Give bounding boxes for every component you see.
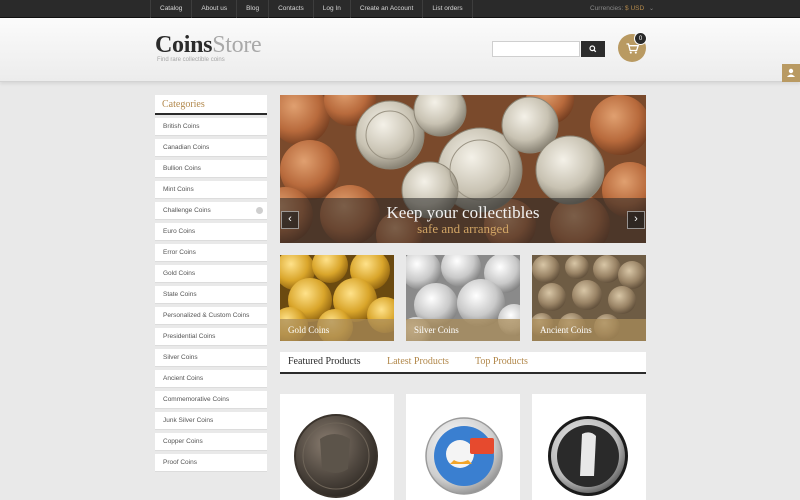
categories-block: Categories British Coins Canadian Coins … [155, 95, 267, 475]
banner-gold-coins[interactable]: Gold Coins [280, 255, 394, 341]
search-input[interactable] [492, 41, 580, 57]
tab-top-products[interactable]: Top Products [475, 352, 528, 372]
category-junk-silver-coins[interactable]: Junk Silver Coins [155, 412, 267, 430]
category-silver-coins[interactable]: Silver Coins [155, 349, 267, 367]
banner-label: Gold Coins [280, 319, 394, 341]
category-challenge-coins[interactable]: Challenge Coins [155, 202, 267, 220]
chevron-down-icon: ⌄ [649, 6, 655, 12]
product-card[interactable] [532, 394, 646, 500]
product-image [294, 414, 378, 498]
nav-link-list-orders[interactable]: List orders [422, 0, 473, 18]
category-ancient-coins[interactable]: Ancient Coins [155, 370, 267, 388]
currency-label: Currencies: [590, 5, 624, 12]
product-image [548, 416, 628, 496]
currency-value: $ USD [625, 5, 645, 12]
category-gold-coins[interactable]: Gold Coins [155, 265, 267, 283]
slider-prev-button[interactable]: ‹ [281, 211, 299, 229]
category-euro-coins[interactable]: Euro Coins [155, 223, 267, 241]
slider-headline: Keep your collectibles [386, 203, 540, 222]
chevron-left-icon: ‹ [288, 213, 292, 225]
banner-ancient-coins[interactable]: Ancient Coins [532, 255, 646, 341]
currency-selector[interactable]: Currencies: $ USD ⌄ [590, 0, 654, 18]
categories-title: Categories [155, 95, 267, 115]
hero-slider[interactable]: Keep your collectibles safe and arranged… [280, 95, 646, 243]
banner-label: Ancient Coins [532, 319, 646, 341]
nav-link-log-in[interactable]: Log In [312, 0, 350, 18]
category-copper-coins[interactable]: Copper Coins [155, 433, 267, 451]
top-bar: Catalog About us Blog Contacts Log In Cr… [0, 0, 800, 18]
logo-light: Store [212, 32, 262, 58]
category-state-coins[interactable]: State Coins [155, 286, 267, 304]
category-british-coins[interactable]: British Coins [155, 118, 267, 136]
search-icon [589, 45, 597, 53]
category-canadian-coins[interactable]: Canadian Coins [155, 139, 267, 157]
category-error-coins[interactable]: Error Coins [155, 244, 267, 262]
slider-subline: safe and arranged [417, 221, 509, 236]
tagline: Find rare collectible coins [157, 57, 225, 63]
product-card[interactable] [280, 394, 394, 500]
plus-circle-icon[interactable] [256, 207, 263, 214]
cart-count-badge: 0 [634, 32, 647, 45]
logo-bold: Coins [155, 32, 213, 58]
logo[interactable]: CoinsStore [155, 32, 262, 58]
category-personalized-custom-coins[interactable]: Personalized & Custom Coins [155, 307, 267, 325]
nav-link-contacts[interactable]: Contacts [268, 0, 313, 18]
chevron-right-icon: › [634, 213, 638, 225]
category-mint-coins[interactable]: Mint Coins [155, 181, 267, 199]
product-image [425, 417, 503, 495]
slider-next-button[interactable]: › [627, 211, 645, 229]
search-button[interactable] [581, 41, 605, 57]
banner-label: Silver Coins [406, 319, 520, 341]
banner-silver-coins[interactable]: Silver Coins [406, 255, 520, 341]
category-bullion-coins[interactable]: Bullion Coins [155, 160, 267, 178]
categories-list: British Coins Canadian Coins Bullion Coi… [155, 118, 267, 472]
top-navigation: Catalog About us Blog Contacts Log In Cr… [150, 0, 473, 18]
nav-link-create-account[interactable]: Create an Account [349, 0, 422, 18]
product-card[interactable] [406, 394, 520, 500]
category-proof-coins[interactable]: Proof Coins [155, 454, 267, 472]
tab-latest-products[interactable]: Latest Products [387, 352, 449, 372]
category-label: Challenge Coins [163, 207, 211, 214]
user-icon [787, 68, 795, 77]
side-panel-tab[interactable] [782, 64, 800, 82]
category-commemorative-coins[interactable]: Commemorative Coins [155, 391, 267, 409]
nav-link-catalog[interactable]: Catalog [150, 0, 191, 18]
nav-link-about-us[interactable]: About us [191, 0, 236, 18]
nav-link-blog[interactable]: Blog [236, 0, 268, 18]
product-tabs: Featured Products Latest Products Top Pr… [280, 352, 646, 374]
site-header: CoinsStore Find rare collectible coins 0 [0, 18, 800, 82]
category-presidential-coins[interactable]: Presidential Coins [155, 328, 267, 346]
tab-featured-products[interactable]: Featured Products [288, 352, 361, 372]
